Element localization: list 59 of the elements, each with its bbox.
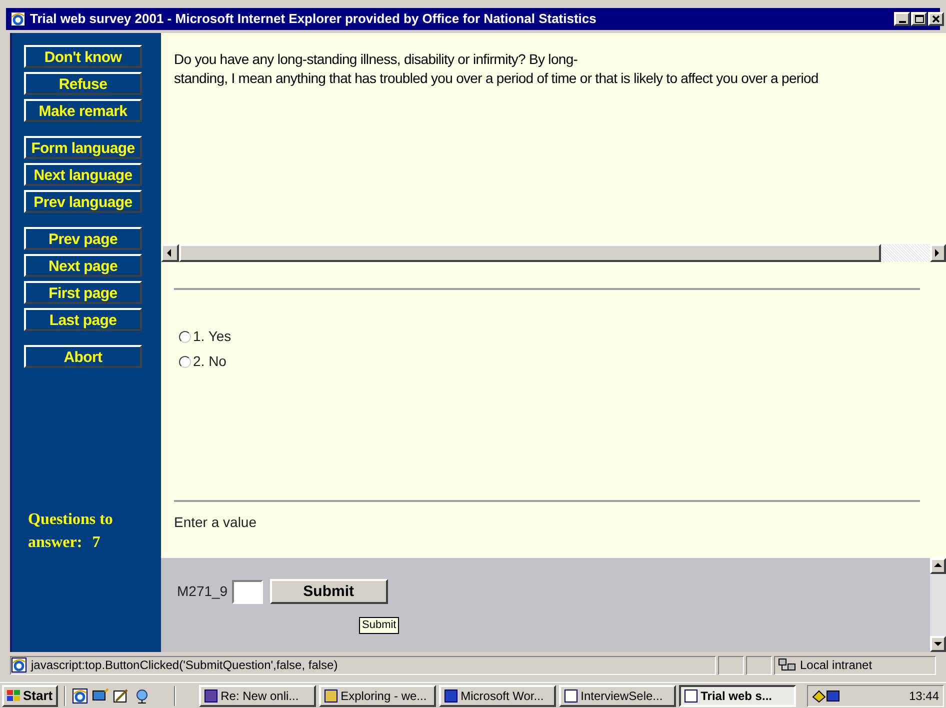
zone-label: Local intranet xyxy=(800,657,872,674)
scroll-right-button[interactable] xyxy=(930,244,946,262)
network-icon xyxy=(778,658,796,672)
sidebar-button[interactable]: Make remark xyxy=(24,99,142,122)
taskbar-button[interactable]: Exploring - we... xyxy=(318,684,436,706)
start-button[interactable]: Start xyxy=(2,684,58,706)
minimize-button[interactable] xyxy=(894,12,910,26)
sidebar-button[interactable]: Refuse xyxy=(24,72,142,95)
sidebar-button[interactable]: Prev page xyxy=(24,227,142,250)
sidebar-button[interactable]: Next page xyxy=(24,254,142,277)
taskbar-button[interactable]: Re: New onli... xyxy=(198,684,316,706)
desktop-icon[interactable] xyxy=(90,688,109,704)
sidebar-button[interactable]: Abort xyxy=(24,345,142,368)
sidebar-button[interactable]: Don't know xyxy=(24,45,142,68)
field-label: M271_9 xyxy=(177,582,228,601)
maximize-button[interactable] xyxy=(911,12,927,26)
status-panel xyxy=(718,656,744,674)
vertical-scrollbar[interactable] xyxy=(930,558,946,652)
taskbar-button[interactable]: Trial web s... xyxy=(678,684,796,706)
clock: 13:44 xyxy=(908,688,939,704)
app-icon xyxy=(444,688,458,702)
radio-button[interactable] xyxy=(179,330,191,342)
app-icon xyxy=(684,688,698,702)
question-text: Do you have any long-standing illness, disability or infirmity? By long- xyxy=(174,50,579,69)
app-icon xyxy=(564,688,578,702)
sidebar-button[interactable]: Last page xyxy=(24,308,142,331)
app-icon xyxy=(204,688,218,702)
status-text: javascript:top.ButtonClicked('SubmitQuestion',false, false) xyxy=(31,657,338,674)
radio-button[interactable] xyxy=(179,356,191,368)
app-icon xyxy=(324,688,338,702)
option-label: 1. Yes xyxy=(193,327,232,346)
close-button[interactable] xyxy=(928,12,944,26)
sidebar-button[interactable]: First page xyxy=(24,281,142,304)
sidebar-button[interactable]: Form language xyxy=(24,136,142,159)
status-panel xyxy=(746,656,772,674)
window-title: Trial web survey 2001 - Microsoft Internet Explorer provided by Office for National Statistics xyxy=(30,10,596,28)
taskbar-button[interactable]: Microsoft Wor... xyxy=(438,684,556,706)
hint-text: Enter a value xyxy=(174,513,258,532)
pen-icon[interactable] xyxy=(112,688,130,704)
page-icon xyxy=(11,657,27,673)
tray-icon xyxy=(812,688,842,702)
close-icon xyxy=(932,15,940,23)
question-text: standing, I mean anything that has troubled you over a period of time or that is likely to affect you over a period xyxy=(174,69,820,88)
answer-field[interactable] xyxy=(232,580,263,604)
windows-logo-icon xyxy=(7,690,21,702)
tooltip: Submit xyxy=(359,617,400,634)
sidebar-button[interactable]: Next language xyxy=(24,163,142,186)
sidebar-button[interactable]: Prev language xyxy=(24,190,142,213)
questions-count: 7 xyxy=(92,533,100,553)
browser-icon xyxy=(10,11,26,27)
option-label: 2. No xyxy=(193,352,226,371)
scroll-down-button[interactable] xyxy=(930,636,946,652)
submit-button[interactable]: Submit xyxy=(270,579,388,604)
taskbar-button[interactable]: InterviewSele... xyxy=(558,684,676,706)
scroll-up-button[interactable] xyxy=(930,558,946,574)
questions-label: Questions to xyxy=(28,510,113,530)
down-arrow-icon xyxy=(933,639,943,649)
browser-icon xyxy=(72,688,88,704)
answer-label: answer: xyxy=(28,533,82,553)
